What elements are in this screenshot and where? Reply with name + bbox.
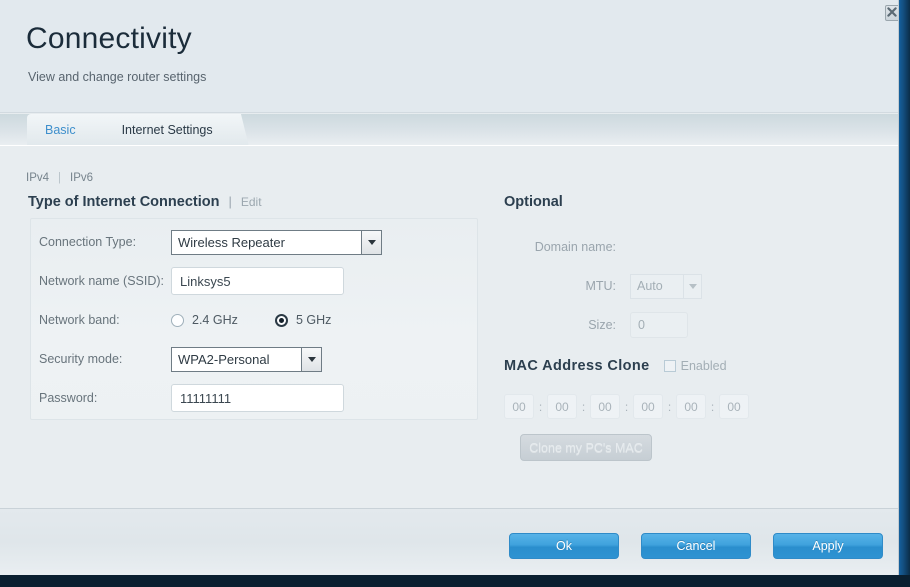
radio-5ghz-label: 5 GHz [296,313,332,327]
window-right-edge [899,0,910,578]
dialog-content: IPv4 | IPv6 Type of Internet Connection … [0,146,898,508]
network-band-label: Network band: [39,313,120,327]
section-separator: | [228,194,232,209]
tab-strip: Basic Internet Settings [0,114,898,145]
domain-name-label: Domain name: [534,240,616,254]
mac-separator: : [667,399,672,414]
radio-icon-selected [275,313,288,327]
radio-5ghz[interactable]: 5 GHz [275,313,331,327]
mac-clone-header: MAC Address Clone Enabled [504,358,727,374]
ssid-value: Linksys5 [180,273,231,289]
mtu-label: MTU: [585,279,616,293]
mac-address-fields: 00 : 00 : 00 : 00 : 00 : 00 [504,394,749,419]
checkbox-unchecked-icon [663,360,676,372]
apply-button[interactable]: Apply [773,533,883,559]
footer-button-group: Ok Cancel Apply [509,533,883,559]
mac-octet-1: 00 [504,394,534,419]
ssid-input[interactable]: Linksys5 [171,267,344,295]
ip-version-switch: IPv4 | IPv6 [26,172,93,184]
security-mode-select[interactable]: WPA2-Personal [171,346,322,372]
section-header: Type of Internet Connection | Edit [28,194,262,210]
ipv4-link[interactable]: IPv4 [26,172,49,184]
tab-internet-settings-label: Internet Settings [121,122,213,137]
mac-octet-3: 00 [590,394,620,419]
tab-basic-label: Basic [45,122,76,137]
password-label: Password: [39,391,98,405]
size-value: 0 [638,318,645,332]
mac-separator: : [538,399,543,414]
field-row-mtu: MTU: Auto [500,267,840,305]
chevron-down-icon [683,274,701,298]
tab-list: Basic Internet Settings [27,114,249,145]
close-icon[interactable] [885,5,898,21]
field-row-network-band: Network band: 2.4 GHz 5 GHz [31,301,479,339]
edit-link[interactable]: Edit [241,195,262,209]
field-row-security-mode: Security mode: WPA2-Personal [31,340,479,378]
size-input: 0 [630,312,688,338]
mac-clone-enable-label: Enabled [680,359,727,373]
mac-separator: : [710,399,715,414]
radio-icon-unselected [171,313,184,327]
chevron-down-icon [301,347,321,371]
window-bottom-edge [0,575,910,587]
page-title: Connectivity [26,22,192,55]
connectivity-dialog: Connectivity View and change router sett… [0,0,899,575]
mac-octet-5: 00 [676,394,706,419]
field-row-connection-type: Connection Type: Wireless Repeater [31,223,479,261]
ipv6-link[interactable]: IPv6 [70,172,93,184]
mac-octet-4: 00 [633,394,663,419]
mac-octet-6: 00 [719,394,749,419]
mac-octet-2: 00 [547,394,577,419]
mac-clone-title: MAC Address Clone [504,358,650,374]
size-label: Size: [588,318,616,332]
tab-internet-settings[interactable]: Internet Settings [95,114,249,145]
connection-type-label: Connection Type: [39,235,137,249]
page-subtitle: View and change router settings [28,70,207,84]
optional-title: Optional [504,194,563,210]
connection-type-value: Wireless Repeater [178,234,285,250]
clone-my-pcs-mac-button: Clone my PC's MAC [520,434,652,461]
field-row-ssid: Network name (SSID): Linksys5 [31,262,479,300]
mtu-value: Auto [637,279,663,293]
tab-basic[interactable]: Basic [27,114,112,145]
field-row-domain-name: Domain name: [500,228,840,266]
mac-clone-enable-toggle[interactable]: Enabled [663,359,727,373]
mac-separator: : [624,399,629,414]
ssid-label: Network name (SSID): [39,274,165,288]
dialog-header: Connectivity View and change router sett… [0,0,898,113]
connection-form-panel: Connection Type: Wireless Repeater Netwo… [30,218,478,420]
security-mode-label: Security mode: [39,352,123,366]
radio-2-4ghz[interactable]: 2.4 GHz [171,313,275,327]
password-value: 11111111 [180,390,232,406]
field-row-size: Size: 0 [500,306,840,344]
mtu-select: Auto [630,273,702,299]
dialog-footer: Ok Cancel Apply [0,508,898,575]
connection-type-select[interactable]: Wireless Repeater [171,229,382,255]
radio-2-4ghz-label: 2.4 GHz [192,313,238,327]
chevron-down-icon [361,230,381,254]
ip-version-separator: | [58,172,62,184]
section-title: Type of Internet Connection [28,194,220,210]
ok-button[interactable]: Ok [509,533,619,559]
password-input[interactable]: 11111111 [171,384,344,412]
field-row-password: Password: 11111111 [31,379,479,417]
security-mode-value: WPA2-Personal [178,351,270,367]
cancel-button[interactable]: Cancel [641,533,751,559]
tab-slant-divider [231,114,249,145]
mac-separator: : [581,399,586,414]
